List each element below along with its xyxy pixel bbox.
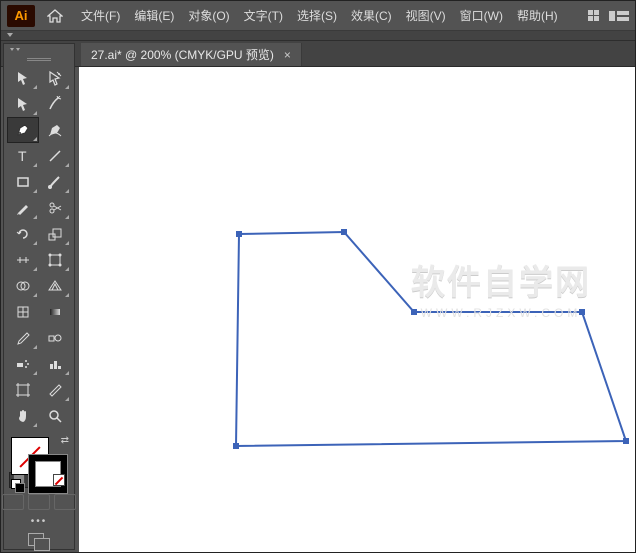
direct-selection-tool[interactable] [39,65,71,91]
document-tab-bar: 27.ai* @ 200% (CMYK/GPU 预览) × [1,41,635,67]
screen-mode-row [2,494,76,510]
toolbox-panel: T ⇄ [3,43,75,550]
perspective-grid-tool[interactable] [39,273,71,299]
draw-behind-icon[interactable] [28,494,50,510]
selected-path[interactable] [209,167,635,507]
pencil-tool[interactable] [7,195,39,221]
menu-help[interactable]: 帮助(H) [511,3,564,28]
workspace-switcher-icon[interactable] [588,10,599,21]
control-bar [1,31,635,41]
pen-tool[interactable] [7,117,39,143]
control-bar-toggle-icon[interactable] [7,33,13,37]
document-tab-label: 27.ai* @ 200% (CMYK/GPU 预览) [91,46,274,63]
menu-view[interactable]: 视图(V) [400,3,452,28]
menu-items: 文件(F) 编辑(E) 对象(O) 文字(T) 选择(S) 效果(C) 视图(V… [75,3,564,28]
default-fill-stroke-icon[interactable] [11,479,25,493]
fill-stroke-swatch[interactable]: ⇄ [9,435,69,471]
home-icon[interactable] [47,9,63,23]
menubar-right [588,9,629,23]
screen-mode-icon[interactable] [28,533,50,545]
menu-object[interactable]: 对象(O) [182,3,235,28]
app-logo: Ai [7,5,35,27]
line-segment-tool[interactable] [39,143,71,169]
group-selection-tool[interactable] [7,91,39,117]
selection-tool[interactable] [7,65,39,91]
document-tab[interactable]: 27.ai* @ 200% (CMYK/GPU 预览) × [81,43,302,66]
symbol-sprayer-tool[interactable] [7,351,39,377]
curvature-tool[interactable] [39,117,71,143]
menu-type[interactable]: 文字(T) [238,3,289,28]
slice-tool[interactable] [39,377,71,403]
arrange-documents-icon[interactable] [609,9,629,23]
scissors-tool[interactable] [39,195,71,221]
menu-file[interactable]: 文件(F) [75,3,126,28]
menu-edit[interactable]: 编辑(E) [128,3,180,28]
edit-toolbar-icon[interactable]: ••• [31,516,48,527]
zoom-tool[interactable] [39,403,71,429]
menu-window[interactable]: 窗口(W) [454,3,509,28]
menu-effect[interactable]: 效果(C) [345,3,398,28]
workspace: 软件自学网 WWW.RJZXW.COM [79,67,635,552]
blend-tool[interactable] [39,325,71,351]
menu-select[interactable]: 选择(S) [291,3,343,28]
artboard-tool[interactable] [7,377,39,403]
swap-fill-stroke-icon[interactable]: ⇄ [61,435,69,446]
hand-tool[interactable] [7,403,39,429]
tool-grid: T [7,65,71,429]
mesh-tool[interactable] [7,299,39,325]
width-tool[interactable] [7,247,39,273]
magic-wand-tool[interactable] [39,91,71,117]
column-graph-tool[interactable] [39,351,71,377]
scale-tool[interactable] [39,221,71,247]
menu-bar: Ai 文件(F) 编辑(E) 对象(O) 文字(T) 选择(S) 效果(C) 视… [1,1,635,31]
type-tool[interactable]: T [7,143,39,169]
artboard[interactable]: 软件自学网 WWW.RJZXW.COM [79,67,635,552]
eyedropper-tool[interactable] [7,325,39,351]
draw-inside-icon[interactable] [54,494,76,510]
free-transform-tool[interactable] [39,247,71,273]
rectangle-tool[interactable] [7,169,39,195]
draw-normal-icon[interactable] [2,494,24,510]
gradient-tool[interactable] [39,299,71,325]
svg-text:T: T [18,148,27,164]
toolbox-collapse-icon[interactable] [9,48,21,56]
toolbox-grip-icon[interactable] [27,58,51,61]
close-icon[interactable]: × [284,48,291,62]
shape-builder-tool[interactable] [7,273,39,299]
rotate-tool[interactable] [7,221,39,247]
paintbrush-tool[interactable] [39,169,71,195]
